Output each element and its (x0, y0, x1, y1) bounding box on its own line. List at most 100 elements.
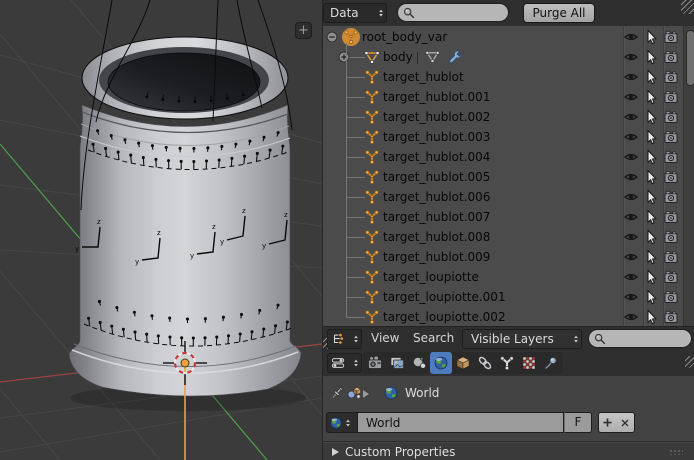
tree-row[interactable]: target_hublot.001 (323, 87, 681, 107)
visibility-eye-icon[interactable] (623, 289, 639, 305)
tab-object-data[interactable] (496, 352, 518, 374)
view-menu[interactable]: View (371, 331, 399, 345)
renderability-camera-icon[interactable] (663, 309, 679, 325)
purge-all-button[interactable]: Purge All (523, 3, 595, 23)
renderability-camera-icon[interactable] (663, 229, 679, 245)
scrollbar-thumb[interactable] (686, 30, 694, 86)
renderability-camera-icon[interactable] (663, 109, 679, 125)
visibility-eye-icon[interactable] (623, 229, 639, 245)
tree-row[interactable]: target_hublot.006 (323, 187, 681, 207)
visibility-eye-icon[interactable] (623, 29, 639, 45)
renderability-camera-icon[interactable] (663, 69, 679, 85)
selectability-cursor-icon[interactable] (643, 289, 659, 305)
visibility-eye-icon[interactable] (623, 89, 639, 105)
renderability-camera-icon[interactable] (663, 249, 679, 265)
visibility-eye-icon[interactable] (623, 249, 639, 265)
selectability-cursor-icon[interactable] (643, 169, 659, 185)
selectability-cursor-icon[interactable] (643, 229, 659, 245)
renderability-camera-icon[interactable] (663, 189, 679, 205)
outliner-display-mode-dropdown[interactable]: Data (323, 3, 387, 23)
display-mode-dropdown[interactable]: Visible Layers (462, 329, 582, 349)
visibility-eye-icon[interactable] (623, 129, 639, 145)
editor-type-button-properties[interactable] (327, 353, 362, 373)
corner-resize-grip[interactable] (681, 0, 694, 14)
new-datablock-button[interactable] (598, 412, 617, 433)
tab-scene[interactable] (408, 352, 430, 374)
selectability-cursor-icon[interactable] (643, 149, 659, 165)
svg-text:y: y (135, 258, 139, 266)
selectability-cursor-icon[interactable] (643, 129, 659, 145)
selectability-cursor-icon[interactable] (643, 49, 659, 65)
world-name-field[interactable] (358, 412, 564, 433)
tab-world[interactable] (430, 352, 452, 374)
selectability-cursor-icon[interactable] (643, 249, 659, 265)
tree-row[interactable]: target_hublot.003 (323, 127, 681, 147)
visibility-eye-icon[interactable] (623, 269, 639, 285)
selectability-cursor-icon[interactable] (643, 89, 659, 105)
custom-properties-panel-header[interactable]: Custom Properties (323, 441, 694, 460)
search-menu[interactable]: Search (413, 331, 454, 345)
tree-row[interactable]: target_hublot.007 (323, 207, 681, 227)
tree-row[interactable]: target_hublot.002 (323, 107, 681, 127)
renderability-camera-icon[interactable] (663, 129, 679, 145)
tab-physics[interactable] (540, 352, 562, 374)
selectability-cursor-icon[interactable] (643, 189, 659, 205)
pin-icon[interactable] (329, 385, 345, 401)
renderability-camera-icon[interactable] (663, 289, 679, 305)
empty-object-icon (364, 309, 380, 325)
renderability-camera-icon[interactable] (663, 89, 679, 105)
visibility-eye-icon[interactable] (623, 49, 639, 65)
tree-row[interactable]: target_loupiotte (323, 267, 681, 287)
open-region-plus-button[interactable]: + (295, 22, 312, 39)
visibility-eye-icon[interactable] (623, 109, 639, 125)
tree-row[interactable]: target_hublot.009 (323, 247, 681, 267)
world-browse-dropdown[interactable] (326, 412, 358, 433)
renderability-camera-icon[interactable] (663, 209, 679, 225)
selectability-cursor-icon[interactable] (643, 309, 659, 325)
svg-text:z: z (212, 223, 216, 231)
tree-row[interactable]: body (323, 47, 681, 67)
outliner-filter-search-field[interactable] (588, 329, 692, 348)
tree-row[interactable]: target_hublot.004 (323, 147, 681, 167)
renderability-camera-icon[interactable] (663, 29, 679, 45)
selectability-cursor-icon[interactable] (643, 109, 659, 125)
visibility-eye-icon[interactable] (623, 309, 639, 325)
tree-row[interactable]: target_hublot.005 (323, 167, 681, 187)
editor-type-button-outliner[interactable] (327, 329, 362, 349)
renderability-camera-icon[interactable] (663, 169, 679, 185)
tab-object[interactable] (452, 352, 474, 374)
scrollbar-track[interactable] (683, 26, 694, 326)
selectability-cursor-icon[interactable] (643, 69, 659, 85)
tree-row[interactable]: root_body_var (323, 27, 681, 47)
tree-row[interactable]: target_hublot (323, 67, 681, 87)
tree-row[interactable]: target_hublot.008 (323, 227, 681, 247)
expand-toggle-icon[interactable] (337, 50, 351, 64)
unlink-datablock-button[interactable] (616, 412, 635, 433)
renderability-camera-icon[interactable] (663, 149, 679, 165)
visibility-eye-icon[interactable] (623, 189, 639, 205)
svg-text:y: y (190, 252, 194, 260)
tree-row[interactable]: target_loupiotte.002 (323, 307, 681, 326)
3d-viewport[interactable]: yzyzyzyzyz + (0, 0, 323, 460)
selectability-cursor-icon[interactable] (643, 29, 659, 45)
renderability-camera-icon[interactable] (663, 49, 679, 65)
renderability-camera-icon[interactable] (663, 269, 679, 285)
outliner-search-field[interactable] (397, 3, 509, 22)
visibility-eye-icon[interactable] (623, 169, 639, 185)
tab-render[interactable] (364, 352, 386, 374)
panel-drag-grip[interactable] (669, 449, 683, 455)
selectability-cursor-icon[interactable] (643, 209, 659, 225)
visibility-eye-icon[interactable] (623, 209, 639, 225)
fake-user-button[interactable]: F (564, 412, 592, 433)
expand-toggle-icon[interactable] (325, 30, 339, 44)
scene-data-icon[interactable] (346, 385, 362, 401)
selectability-cursor-icon[interactable] (643, 269, 659, 285)
tab-texture[interactable] (518, 352, 540, 374)
visibility-eye-icon[interactable] (623, 149, 639, 165)
empty-object-icon (364, 289, 380, 305)
visibility-eye-icon[interactable] (623, 69, 639, 85)
corner-resize-grip[interactable] (685, 356, 694, 368)
tab-render-layers[interactable] (386, 352, 408, 374)
tree-row[interactable]: target_loupiotte.001 (323, 287, 681, 307)
tab-constraints[interactable] (474, 352, 496, 374)
